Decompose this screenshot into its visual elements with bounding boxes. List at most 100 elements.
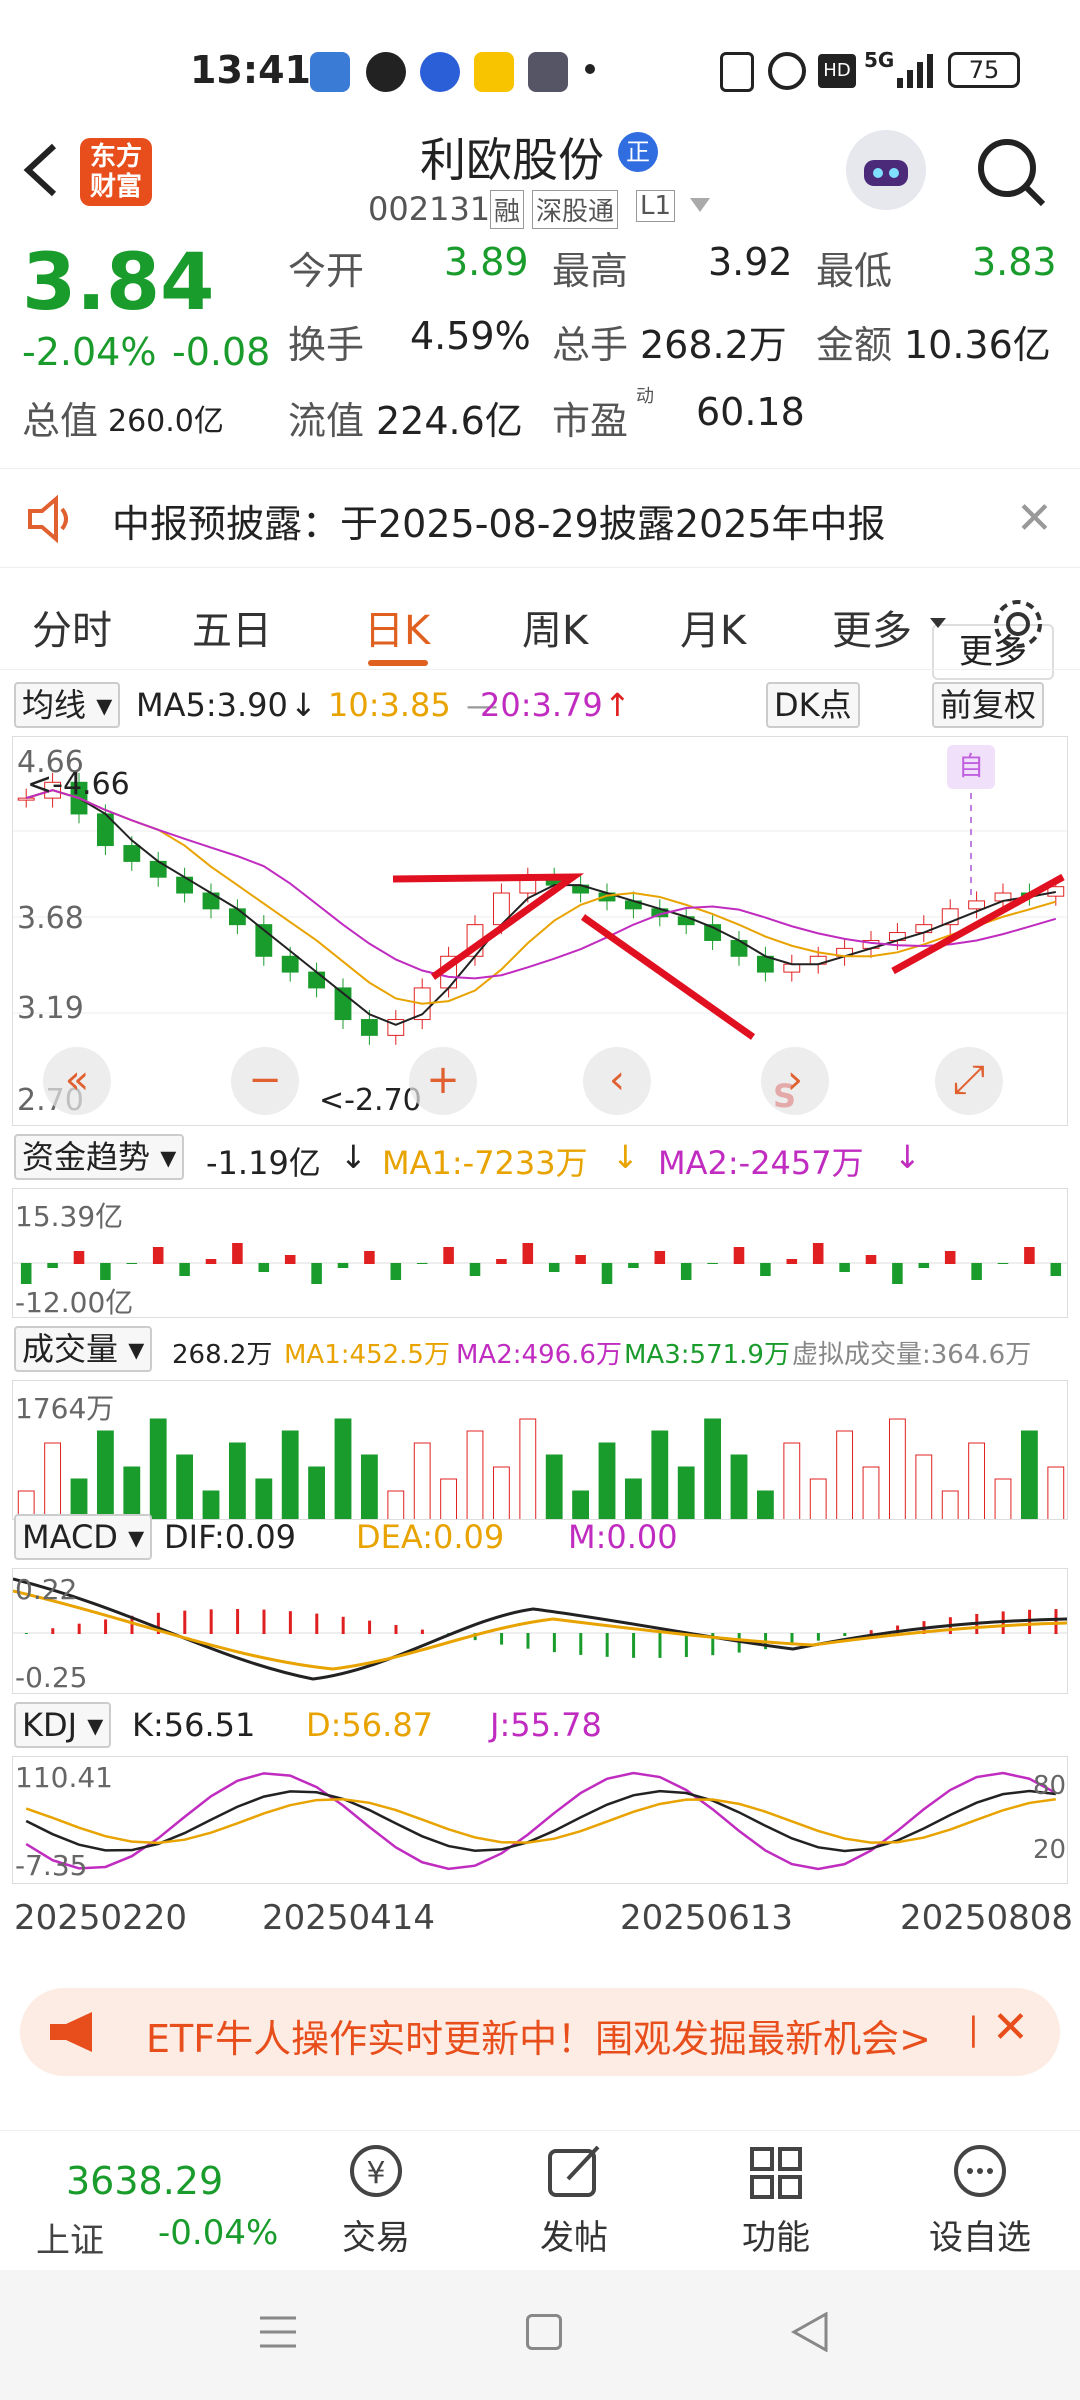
- candle: [1047, 886, 1065, 897]
- fund-ma1: MA1:-7233万: [382, 1144, 588, 1182]
- fullscreen-icon[interactable]: ⤢: [935, 1047, 1003, 1115]
- edit-icon: [548, 2145, 600, 2197]
- scroll-left-fast-button[interactable]: «: [43, 1047, 111, 1115]
- fund-select[interactable]: 资金趋势 ▾: [14, 1134, 185, 1180]
- dk-point-button[interactable]: DK点: [766, 682, 860, 728]
- wechat-icon: [366, 52, 406, 92]
- fund-bar: [548, 1263, 560, 1272]
- volume-select-label: 成交量: [22, 1330, 119, 1368]
- home-icon[interactable]: [526, 2314, 562, 2350]
- watch-label: 设自选: [929, 2218, 1031, 2258]
- promo-banner[interactable]: ETF牛人操作实时更新中！围观发掘最新机会> | ✕: [20, 1988, 1060, 2076]
- search-icon[interactable]: [975, 136, 1047, 208]
- game-icon: [528, 52, 568, 92]
- back-icon[interactable]: [20, 140, 60, 215]
- fund-bar: [232, 1243, 243, 1264]
- macd-bar: [816, 1633, 820, 1641]
- dots-icon: [954, 2145, 1006, 2197]
- ma5-arrow: ↓: [290, 686, 317, 724]
- macd-select[interactable]: MACD ▾: [14, 1514, 153, 1560]
- fund-bar: [654, 1251, 666, 1264]
- back-nav-icon[interactable]: [790, 2311, 830, 2353]
- volume-chart[interactable]: 1764万: [12, 1380, 1068, 1520]
- tab-daily-k[interactable]: 日K: [364, 598, 430, 656]
- macd-bar: [684, 1633, 688, 1658]
- promo-text: ETF牛人操作实时更新中！围观发掘最新机会>: [146, 2017, 931, 2061]
- macd-bar: [104, 1619, 108, 1634]
- low-value: 3.83: [972, 240, 1057, 284]
- fund-bar: [786, 1259, 798, 1264]
- volume-bar: [1020, 1430, 1038, 1519]
- robot-avatar-icon[interactable]: [846, 130, 926, 210]
- volume-ma3: MA3:571.9万: [624, 1340, 790, 1370]
- macd-bar: [341, 1616, 345, 1634]
- stock-header: 东方 财富 利欧股份 正 002131 融 深股通 L1: [0, 110, 1080, 240]
- fund-bar: [126, 1263, 138, 1264]
- candle: [123, 845, 141, 862]
- fund-bar: [997, 1263, 1009, 1264]
- macd-bar: [632, 1633, 636, 1658]
- volume-select[interactable]: 成交量 ▾: [14, 1326, 153, 1372]
- volume-bar: [783, 1442, 801, 1519]
- fund-bar: [416, 1263, 428, 1264]
- kdj-chart[interactable]: 110.41 -7.35 80 20: [12, 1756, 1068, 1884]
- macd-chart[interactable]: 0.22 -0.25: [12, 1568, 1068, 1694]
- adjust-button[interactable]: 前复权: [932, 682, 1045, 728]
- volume-bar: [281, 1430, 299, 1519]
- post-button[interactable]: 发帖: [534, 2141, 614, 2259]
- ma-select[interactable]: 均线 ▾: [14, 682, 121, 728]
- signal-icon: [895, 50, 935, 90]
- volume-bar: [545, 1454, 563, 1519]
- low-label: 最低: [816, 249, 893, 293]
- date-3: 20250613: [620, 1898, 794, 1938]
- fund-y-bottom: -12.00亿: [15, 1286, 134, 1318]
- menu-icon[interactable]: [258, 2314, 298, 2350]
- tab-five-day[interactable]: 五日: [192, 598, 272, 656]
- ma20-value: 20:3.79: [480, 686, 603, 724]
- svg-text:¥: ¥: [366, 2156, 385, 2191]
- notice-bar[interactable]: 中报预披露：于2025-08-29披露2025年中报 ✕: [0, 468, 1080, 568]
- function-button[interactable]: 功能: [736, 2141, 816, 2259]
- meituan-icon: [474, 52, 514, 92]
- index-name: 上证: [36, 2221, 104, 2261]
- active-tab-indicator: [368, 660, 428, 666]
- high-value: 3.92: [708, 240, 793, 284]
- fund-ma1-arrow: ↓: [612, 1138, 639, 1176]
- kdj-k: K:56.51: [132, 1706, 256, 1744]
- fund-bar: [760, 1263, 771, 1276]
- volume-bar: [836, 1430, 854, 1519]
- kline-chart[interactable]: 4.66 <-4.66 3.68 3.19 2.70 <-2.70 自 S « …: [12, 736, 1068, 1126]
- fund-chart[interactable]: 15.39亿 -12.00亿: [12, 1188, 1068, 1318]
- app-logo: 东方 财富: [80, 138, 152, 206]
- logo-line1: 东方: [89, 142, 142, 172]
- add-watchlist-button[interactable]: 设自选: [920, 2141, 1040, 2259]
- macd-bar: [51, 1628, 55, 1634]
- trade-button[interactable]: ¥ 交易: [336, 2141, 416, 2259]
- tab-monthly-k[interactable]: 月K: [680, 598, 746, 656]
- fund-select-label: 资金趋势: [22, 1138, 151, 1176]
- mktcap-value: 260.0亿: [108, 404, 224, 439]
- zoom-in-button[interactable]: +: [409, 1047, 477, 1115]
- index-change: -0.04%: [158, 2213, 279, 2253]
- mktcap-label: 总值: [22, 399, 99, 443]
- gear-icon[interactable]: [990, 596, 1046, 652]
- tab-more[interactable]: 更多: [832, 598, 912, 656]
- promo-close-icon[interactable]: ✕: [992, 2002, 1029, 2053]
- macd-bar: [869, 1630, 873, 1634]
- tab-intraday[interactable]: 分时: [32, 598, 112, 656]
- step-right-button[interactable]: ›: [761, 1047, 829, 1115]
- macd-bar: [500, 1633, 504, 1645]
- volume-value: 268.2万: [172, 1340, 273, 1370]
- fund-bar: [337, 1263, 349, 1268]
- ma-row: 均线 ▾ MA5:3.90 ↓ 10:3.85 — 20:3.79 ↑ DK点 …: [0, 680, 1080, 732]
- close-icon[interactable]: ✕: [1016, 493, 1053, 544]
- kdj-select[interactable]: KDJ ▾: [14, 1702, 112, 1748]
- step-left-button[interactable]: ‹: [583, 1047, 651, 1115]
- tab-weekly-k[interactable]: 周K: [522, 598, 588, 656]
- index-value[interactable]: 3638.29: [66, 2159, 223, 2203]
- chevron-down-icon[interactable]: [690, 198, 710, 212]
- fund-bar: [496, 1259, 507, 1264]
- zoom-out-button[interactable]: −: [231, 1047, 299, 1115]
- kdj-select-label: KDJ: [22, 1706, 78, 1744]
- kdj-d: D:56.87: [306, 1706, 434, 1744]
